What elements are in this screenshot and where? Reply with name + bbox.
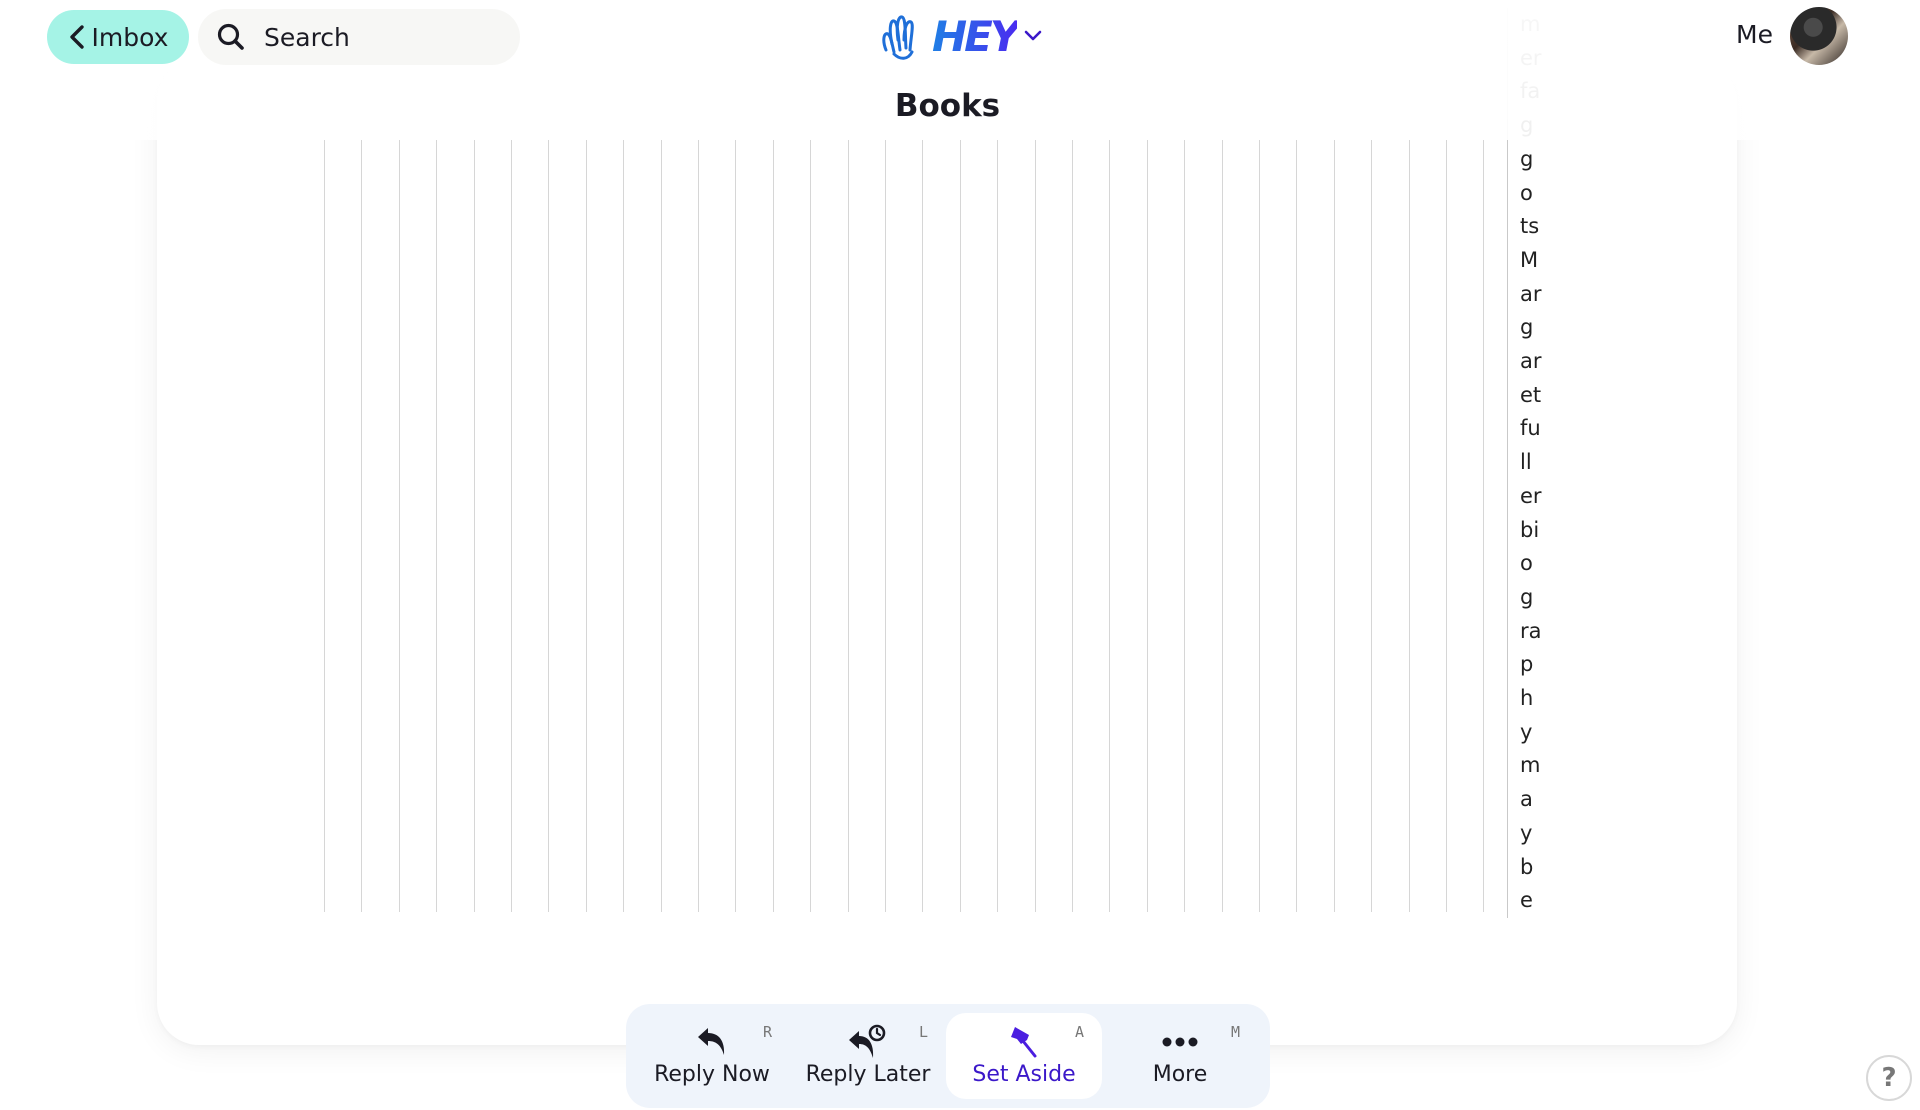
text-fragment: er <box>1520 483 1542 508</box>
set-aside-button[interactable]: A Set Aside <box>946 1013 1102 1099</box>
page-title: Books <box>894 88 1001 124</box>
back-button-label: Imbox <box>91 22 169 52</box>
button-label: More <box>1152 1062 1208 1087</box>
text-fragment: ar <box>1520 349 1542 374</box>
vertical-text-column: merfaggotsMargaretfullerbiographymaybe <box>1507 8 1560 918</box>
pin-icon <box>1011 1027 1037 1058</box>
text-fragment: a <box>1520 787 1533 812</box>
text-fragment: ts <box>1520 214 1540 239</box>
text-fragment: ll <box>1520 450 1532 475</box>
shortcut-hint: L <box>918 1023 928 1041</box>
text-fragment: h <box>1520 686 1534 711</box>
help-icon: ? <box>1881 1063 1897 1093</box>
text-fragment: g <box>1520 315 1534 340</box>
text-fragment: o <box>1520 551 1533 576</box>
hey-logo-text: HEY <box>932 11 1020 61</box>
help-button[interactable]: ? <box>1866 1055 1912 1101</box>
text-fragment: o <box>1520 180 1533 205</box>
search-button[interactable]: Search <box>198 9 520 65</box>
text-fragment: fu <box>1520 416 1541 441</box>
search-icon <box>217 23 244 50</box>
user-menu-label[interactable]: Me <box>1736 20 1773 49</box>
button-label: Reply Later <box>805 1062 931 1087</box>
text-fragment: e <box>1520 888 1533 913</box>
text-fragment: ra <box>1520 618 1542 643</box>
search-label: Search <box>264 22 350 52</box>
back-to-imbox-button[interactable]: Imbox <box>47 10 189 64</box>
top-bar: Imbox Search HEY Books Me <box>0 0 1920 140</box>
hey-hand-logo-icon <box>882 15 914 60</box>
text-fragment: g <box>1520 146 1534 171</box>
hey-menu-button[interactable]: HEY <box>880 8 1043 64</box>
message-card <box>157 60 1737 1045</box>
reply-later-clock-icon <box>849 1024 886 1058</box>
text-fragment: et <box>1520 382 1542 407</box>
more-dots-icon <box>1162 1037 1198 1047</box>
button-label: Reply Now <box>654 1062 770 1087</box>
action-toolbar: R Reply Now L Reply Later A Set Aside M … <box>626 1004 1270 1108</box>
text-fragment: g <box>1520 584 1534 609</box>
shortcut-hint: R <box>762 1023 772 1041</box>
text-fragment: y <box>1520 820 1533 845</box>
text-fragment: M <box>1520 247 1539 272</box>
shortcut-hint: A <box>1074 1023 1084 1041</box>
text-fragment: bi <box>1520 517 1540 542</box>
text-fragment: ar <box>1520 281 1542 306</box>
more-button[interactable]: M More <box>1102 1013 1258 1099</box>
chevron-left-icon <box>69 25 84 49</box>
shortcut-hint: M <box>1230 1023 1240 1041</box>
reply-now-button[interactable]: R Reply Now <box>634 1013 790 1099</box>
text-fragment: m <box>1520 753 1541 778</box>
reply-later-button[interactable]: L Reply Later <box>790 1013 946 1099</box>
text-fragment: b <box>1520 854 1534 879</box>
text-fragment: y <box>1520 719 1533 744</box>
avatar[interactable] <box>1790 7 1848 65</box>
reply-icon <box>698 1028 725 1055</box>
chevron-down-icon <box>1024 30 1042 41</box>
button-label: Set Aside <box>972 1062 1076 1087</box>
text-fragment: p <box>1520 652 1534 677</box>
